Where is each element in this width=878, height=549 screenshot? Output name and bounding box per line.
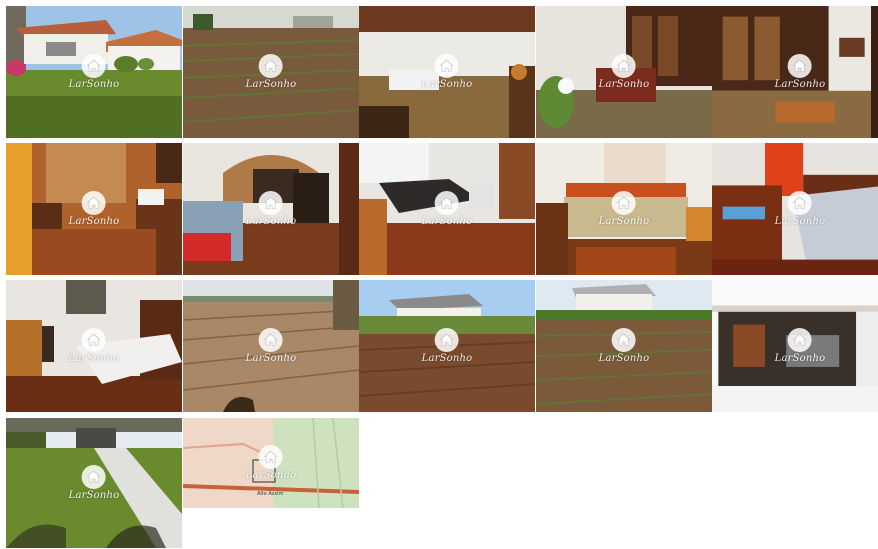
farmland-photo[interactable]: LarSonho: [536, 280, 712, 412]
house-front-photo[interactable]: LarSonho: [6, 6, 182, 138]
lounge-photo[interactable]: LarSonho: [183, 143, 359, 275]
dining-room-photo[interactable]: LarSonho: [359, 6, 535, 138]
kitchen-image: [6, 143, 182, 275]
field-with-house-photo[interactable]: LarSonho: [359, 280, 535, 412]
kitchen-photo[interactable]: LarSonho: [6, 143, 182, 275]
photo-gallery-grid: LarSonho LarSonho LarSonho LarSonho LarS…: [6, 6, 878, 549]
map-place-label: Alto Assim: [257, 491, 284, 497]
garage-image: [712, 280, 878, 412]
single-bedroom-image: [6, 280, 182, 412]
ploughed-field-photo[interactable]: LarSonho: [183, 6, 359, 138]
single-bedroom-photo[interactable]: LarSonho: [6, 280, 182, 412]
hall-staircase-photo[interactable]: LarSonho: [712, 6, 878, 138]
living-room-photo[interactable]: LarSonho: [536, 6, 712, 138]
dry-field-image: [183, 280, 359, 412]
dry-field-photo[interactable]: LarSonho: [183, 280, 359, 412]
garden-path-image: [6, 418, 182, 548]
garden-path-photo[interactable]: LarSonho: [6, 418, 182, 548]
house-front-image: [6, 6, 182, 138]
bedroom-3-image: [712, 143, 878, 275]
bedroom-2-photo[interactable]: LarSonho: [536, 143, 712, 275]
location-map-photo[interactable]: Alto Assim LarSonho: [183, 418, 359, 508]
bedroom-1-photo[interactable]: LarSonho: [359, 143, 535, 275]
bedroom-3-photo[interactable]: LarSonho: [712, 143, 878, 275]
field-with-house-image: [359, 280, 535, 412]
ploughed-field-image: [183, 6, 359, 138]
farmland-image: [536, 280, 712, 412]
bedroom-2-image: [536, 143, 712, 275]
garage-photo[interactable]: LarSonho: [712, 280, 878, 412]
hall-staircase-image: [712, 6, 878, 138]
dining-room-image: [359, 6, 535, 138]
bedroom-1-image: [359, 143, 535, 275]
living-room-image: [536, 6, 712, 138]
lounge-image: [183, 143, 359, 275]
